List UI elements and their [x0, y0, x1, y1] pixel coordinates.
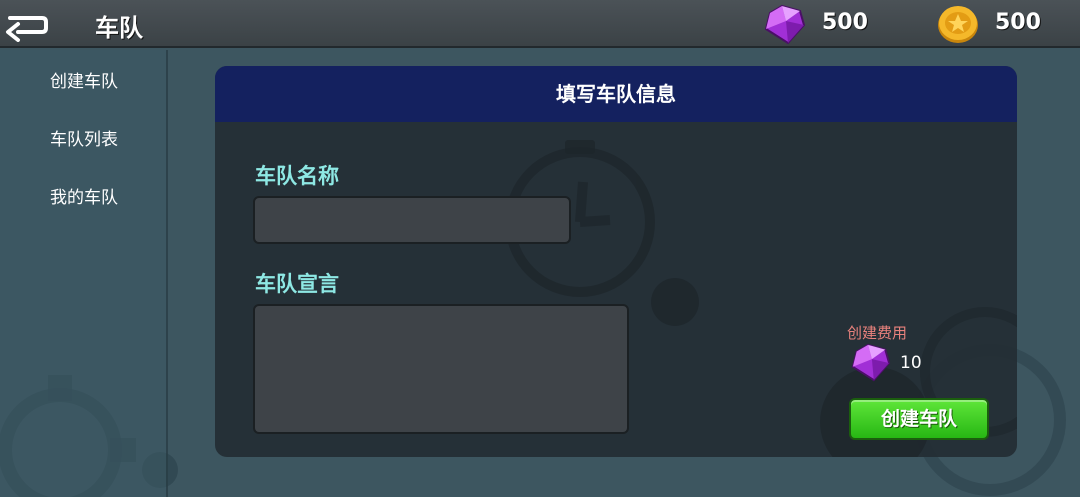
gem-icon	[764, 4, 806, 45]
panel-title: 填写车队信息	[215, 66, 1017, 122]
gem-icon	[851, 343, 891, 382]
gem-count: 500	[822, 10, 868, 35]
team-name-label: 车队名称	[255, 164, 339, 188]
sidebar-item-team-list[interactable]: 车队列表	[0, 120, 168, 160]
sidebar: 创建车队 车队列表 我的车队	[0, 50, 168, 497]
coin-icon	[938, 6, 978, 43]
coin-count: 500	[995, 10, 1041, 35]
team-motto-label: 车队宣言	[255, 272, 339, 296]
page-title: 车队	[95, 14, 143, 42]
sidebar-item-create-team[interactable]: 创建车队	[0, 62, 168, 102]
create-team-panel: 填写车队信息 车队名称 车队宣言 创建费用 10 创建车队	[215, 66, 1017, 457]
sidebar-item-my-team[interactable]: 我的车队	[0, 178, 168, 218]
team-name-input[interactable]	[253, 196, 571, 244]
team-motto-input[interactable]	[253, 304, 629, 434]
top-bar: 车队 500 500	[0, 0, 1080, 48]
creation-cost-value: 10	[900, 353, 922, 373]
back-arrow-icon[interactable]	[4, 6, 50, 42]
create-team-button[interactable]: 创建车队	[849, 398, 989, 440]
creation-cost-label: 创建费用	[847, 324, 908, 342]
